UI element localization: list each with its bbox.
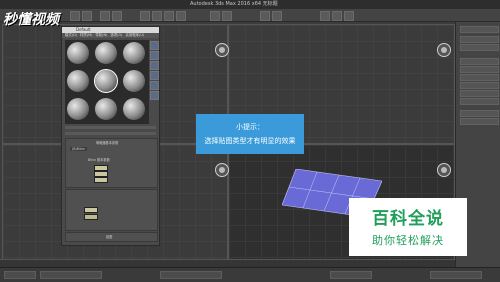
scale-icon[interactable] [176, 11, 186, 21]
material-name-row[interactable] [65, 132, 156, 135]
material-editor-menubar: 模式(D) 材质(M) 导航(N) 选项(O) 实用程序(U) [62, 33, 159, 38]
command-panel-row[interactable] [460, 44, 499, 51]
playback-controls[interactable] [330, 271, 372, 279]
angle-snap-icon[interactable] [222, 11, 232, 21]
move-icon[interactable] [152, 11, 162, 21]
specular-level-swatch[interactable] [84, 207, 98, 213]
watermark-sub: 助你轻松解决 [372, 234, 444, 247]
material-slot[interactable] [67, 98, 89, 120]
material-slot[interactable] [123, 98, 145, 120]
command-panel-row[interactable] [460, 118, 499, 125]
sample-uv-button[interactable] [150, 71, 159, 80]
shader-dropdown[interactable]: (B)Blinn [70, 147, 87, 151]
material-slot[interactable] [123, 70, 145, 92]
main-toolbar [0, 9, 500, 22]
highlight-rollout [65, 189, 158, 231]
video-color-check-button[interactable] [150, 81, 159, 90]
unlink-icon[interactable] [112, 11, 122, 21]
align-icon[interactable] [272, 11, 282, 21]
viewcube-icon[interactable] [215, 43, 229, 57]
specular-color-swatch[interactable] [94, 177, 108, 183]
material-slot[interactable] [95, 42, 117, 64]
snap-icon[interactable] [210, 11, 220, 21]
mirror-icon[interactable] [260, 11, 270, 21]
viewport-navigation[interactable] [430, 271, 482, 279]
glossiness-swatch[interactable] [84, 214, 98, 220]
tip-box: 小提示： 选择贴图类型才有明显的效果 [196, 114, 304, 154]
command-panel-row[interactable] [460, 82, 499, 89]
redo-icon[interactable] [82, 11, 92, 21]
rotate-icon[interactable] [164, 11, 174, 21]
command-panel-tabs[interactable] [460, 26, 499, 33]
menu-navigation[interactable]: 导航(N) [95, 33, 107, 37]
background-button[interactable] [150, 61, 159, 70]
tip-title: 小提示： [236, 123, 264, 131]
status-bar [0, 267, 500, 282]
material-slot-selected[interactable] [94, 69, 118, 93]
undo-icon[interactable] [70, 11, 80, 21]
maps-rollout[interactable]: 贴图 [65, 232, 158, 242]
tip-text: 选择贴图类型才有明显的效果 [204, 137, 296, 145]
command-panel-row[interactable] [460, 66, 499, 73]
menu-material[interactable]: 材质(M) [80, 33, 92, 37]
command-panel-row[interactable] [460, 110, 499, 117]
app-title: Autodesk 3ds Max 2016 x64 无标题 [190, 1, 278, 7]
render-icon[interactable] [344, 11, 354, 21]
select-icon[interactable] [140, 11, 150, 21]
command-panel-row[interactable] [460, 90, 499, 97]
shader-rollout: 明暗器基本参数 (B)Blinn Blinn 基本参数 [65, 138, 158, 188]
maps-rollout-title: 贴图 [106, 235, 113, 239]
backlight-button[interactable] [150, 51, 159, 60]
menu-mode[interactable]: 模式(D) [65, 33, 77, 37]
menu-utilities[interactable]: 实用程序(U) [125, 33, 144, 37]
material-editor-icon[interactable] [320, 11, 330, 21]
material-slot[interactable] [67, 70, 89, 92]
watermark-main: 百科全说 [372, 209, 444, 229]
viewcube-icon[interactable] [437, 43, 451, 57]
material-editor-window: Default 模式(D) 材质(M) 导航(N) 选项(O) 实用程序(U) 明暗器基… [61, 26, 160, 246]
link-icon[interactable] [100, 11, 110, 21]
sample-type-button[interactable] [150, 41, 159, 50]
maxscript-listener[interactable] [4, 271, 36, 279]
coordinate-display[interactable] [160, 271, 222, 279]
material-slot[interactable] [67, 42, 89, 64]
material-editor-toolbar[interactable] [65, 126, 156, 129]
status-prompt [40, 271, 102, 279]
options-button[interactable] [150, 91, 159, 100]
material-slot[interactable] [95, 98, 117, 120]
viewcube-icon[interactable] [437, 163, 451, 177]
command-panel-row[interactable] [460, 36, 499, 43]
watermark-badge: 百科全说 助你轻松解决 [349, 198, 467, 256]
command-panel-row[interactable] [460, 58, 499, 65]
render-setup-icon[interactable] [332, 11, 342, 21]
viewcube-icon[interactable] [215, 163, 229, 177]
command-panel-row[interactable] [460, 98, 499, 105]
shader-rollout-title: 明暗器基本参数 [96, 141, 119, 145]
basic-params-title: Blinn 基本参数 [88, 158, 110, 162]
menu-options[interactable]: 选项(O) [110, 33, 122, 37]
material-slot[interactable] [123, 42, 145, 64]
command-panel-row[interactable] [460, 74, 499, 81]
watermark-logo: 秒懂视频 [3, 12, 59, 28]
